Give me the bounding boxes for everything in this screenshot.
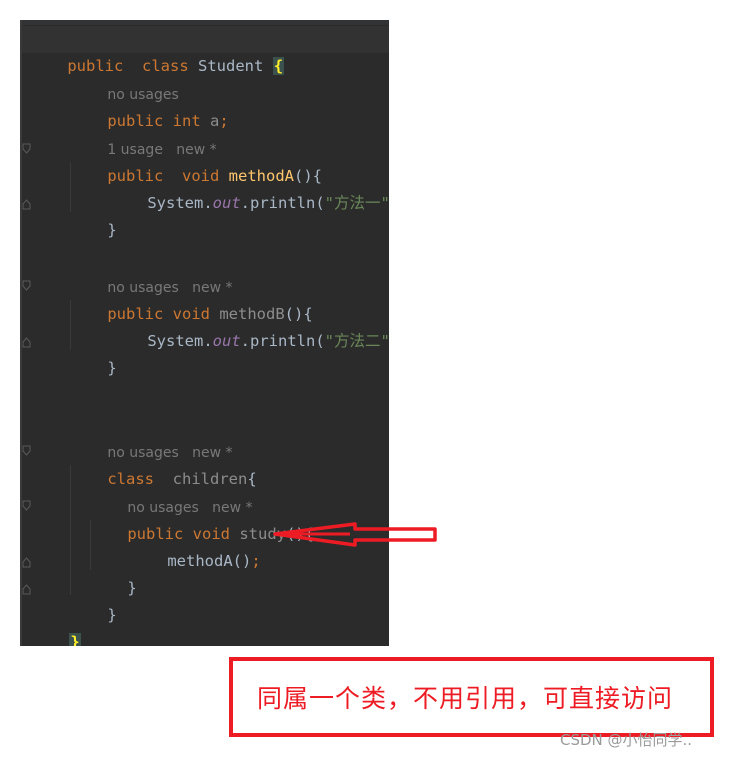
usage-hint[interactable]: no usages — [22, 54, 389, 103]
editor-top-strip — [22, 20, 389, 25]
code-line-class-declaration[interactable]: public class Student { — [22, 26, 389, 75]
usage-hint[interactable]: no usages new * — [22, 467, 389, 516]
code-line-method-b[interactable]: public void methodB(){ — [22, 274, 389, 323]
code-line-field[interactable]: public int a; — [22, 81, 389, 130]
code-line-close-brace[interactable]: } — [22, 190, 389, 239]
usage-hint[interactable]: no usages new * — [22, 412, 389, 461]
usage-hint[interactable]: 1 usage new * — [22, 109, 389, 158]
code-line-close-brace[interactable]: } — [22, 328, 389, 377]
code-line-class-close[interactable]: } — [22, 602, 389, 646]
code-line-println[interactable]: System.out.println("方法一"); — [22, 163, 389, 212]
code-line-close-brace[interactable]: } — [22, 575, 389, 624]
usage-hint[interactable]: no usages new * — [22, 247, 389, 296]
code-line-method-study[interactable]: public void study(){ — [22, 494, 389, 543]
annotation-note-box: 同属一个类，不用引用，可直接访问 — [229, 657, 714, 737]
code-line-inner-class[interactable]: class children{ — [22, 439, 389, 488]
close-brace: } — [107, 359, 117, 377]
code-line-println[interactable]: System.out.println("方法二"); — [22, 301, 389, 350]
close-brace: } — [107, 221, 117, 239]
annotation-note-text: 同属一个类，不用引用，可直接访问 — [257, 684, 674, 713]
csdn-watermark: CSDN @小怡同学.. — [560, 731, 693, 749]
code-line-method-a[interactable]: public void methodA(){ — [22, 136, 389, 185]
matched-brace: } — [69, 633, 81, 646]
annotation-arrow — [273, 522, 437, 547]
